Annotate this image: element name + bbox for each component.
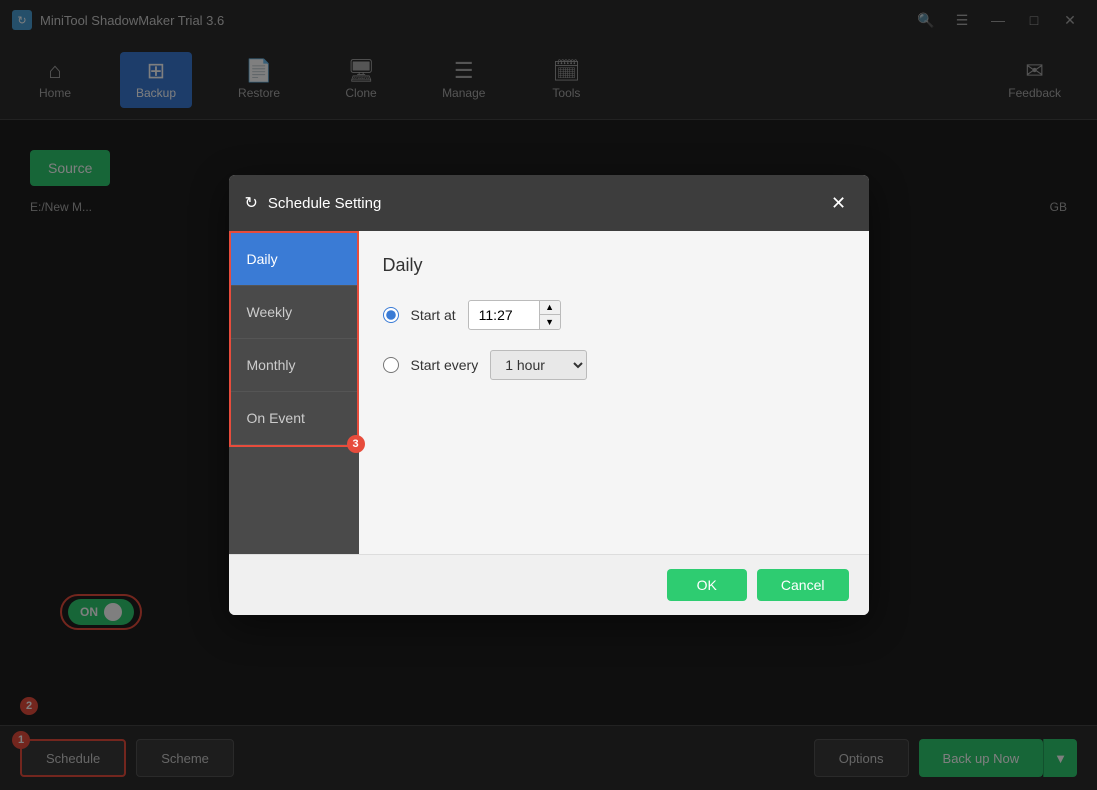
sidebar-item-monthly[interactable]: Monthly (231, 339, 357, 392)
modal-sidebar: Daily Weekly Monthly On Event 3 (229, 231, 359, 554)
cancel-button[interactable]: Cancel (757, 569, 849, 601)
start-every-label: Start every (411, 357, 479, 373)
time-input[interactable] (469, 302, 539, 328)
content-title: Daily (383, 255, 845, 276)
schedule-modal: ↻ Schedule Setting ✕ Daily Weekly Monthl… (229, 175, 869, 615)
modal-title: Schedule Setting (268, 195, 381, 212)
hour-select[interactable]: 1 hour 2 hours 3 hours 4 hours 6 hours 8… (490, 350, 587, 380)
modal-footer: OK Cancel (229, 554, 869, 615)
badge-3: 3 (347, 435, 365, 453)
start-at-row: Start at ▲ ▼ (383, 300, 845, 330)
modal-content: Daily Start at ▲ ▼ Sta (359, 231, 869, 554)
time-spinners: ▲ ▼ (539, 301, 560, 329)
sidebar-item-on-event[interactable]: On Event (231, 392, 357, 445)
start-at-label: Start at (411, 307, 456, 323)
modal-header: ↻ Schedule Setting ✕ (229, 175, 869, 231)
start-every-radio[interactable] (383, 357, 399, 373)
start-every-row: Start every 1 hour 2 hours 3 hours 4 hou… (383, 350, 845, 380)
start-at-radio[interactable] (383, 307, 399, 323)
ok-button[interactable]: OK (667, 569, 747, 601)
modal-header-icon: ↻ (245, 193, 258, 213)
modal-close-button[interactable]: ✕ (825, 189, 853, 217)
time-up-btn[interactable]: ▲ (540, 301, 560, 315)
modal-body: Daily Weekly Monthly On Event 3 Daily (229, 231, 869, 554)
modal-overlay: ↻ Schedule Setting ✕ Daily Weekly Monthl… (0, 0, 1097, 790)
time-input-wrapper: ▲ ▼ (468, 300, 561, 330)
sidebar-item-daily[interactable]: Daily (231, 233, 357, 286)
time-down-btn[interactable]: ▼ (540, 315, 560, 329)
sidebar-item-weekly[interactable]: Weekly (231, 286, 357, 339)
